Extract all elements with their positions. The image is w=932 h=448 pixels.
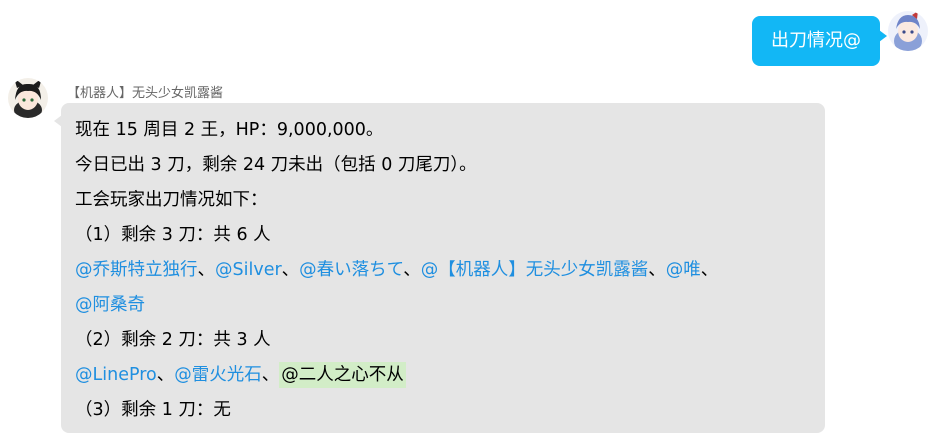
separator: 、 [403, 260, 421, 280]
mention-link[interactable]: @雷火光石 [174, 365, 262, 385]
user-message-text: 出刀情况@ [771, 30, 861, 51]
mention-link[interactable]: @春い落ちて [299, 260, 403, 280]
mention-link[interactable]: @乔斯特立独行 [75, 260, 198, 280]
mention-link[interactable]: @唯 [666, 260, 701, 280]
bot-message-bubble[interactable]: 现在 15 周目 2 王，HP：9,000,000。 今日已出 3 刀，剩余 2… [54, 103, 825, 433]
separator: 、 [281, 260, 300, 280]
user-avatar-icon[interactable] [888, 11, 928, 51]
chat-window: 出刀情况@ 【机器人】无头少女凯露酱 现在 15 周目 2 王，HP：9,000… [0, 0, 932, 448]
separator: 、 [700, 260, 719, 280]
separator: 、 [261, 365, 280, 385]
mention-link[interactable]: @【机器人】无头少女凯露酱 [421, 260, 649, 280]
separator: 、 [197, 260, 216, 280]
separator: 、 [648, 260, 666, 280]
group1-mentions-row1: @乔斯特立独行、@Silver、@春い落ちて、@【机器人】无头少女凯露酱、@唯、 [75, 257, 825, 292]
section-heading: 工会玩家出刀情况如下： [75, 190, 268, 210]
user-message-bubble[interactable]: 出刀情况@ [752, 16, 887, 66]
group3-header: （3）剩余 1 刀：无 [75, 400, 231, 420]
status-line: 现在 15 周目 2 王，HP：9,000,000。 [75, 120, 384, 140]
mention-link[interactable]: @LinePro [75, 365, 157, 385]
mention-link[interactable]: @阿桑奇 [75, 295, 145, 315]
group2-mentions: @LinePro、@雷火光石、 @二人之心不从 [75, 362, 825, 397]
mention-link[interactable]: @Silver [215, 260, 282, 280]
self-mention-highlight[interactable]: @二人之心不从 [279, 362, 406, 388]
group2-header: （2）剩余 2 刀：共 3 人 [75, 330, 271, 350]
sender-name: 【机器人】无头少女凯露酱 [67, 86, 224, 101]
bot-avatar-icon[interactable] [8, 78, 48, 118]
group1-mentions-row2: @阿桑奇 [75, 292, 825, 327]
group1-header: （1）剩余 3 刀：共 6 人 [75, 225, 271, 245]
separator: 、 [156, 365, 175, 385]
attack-summary-line: 今日已出 3 刀，剩余 24 刀未出（包括 0 刀尾刀）。 [75, 155, 477, 175]
